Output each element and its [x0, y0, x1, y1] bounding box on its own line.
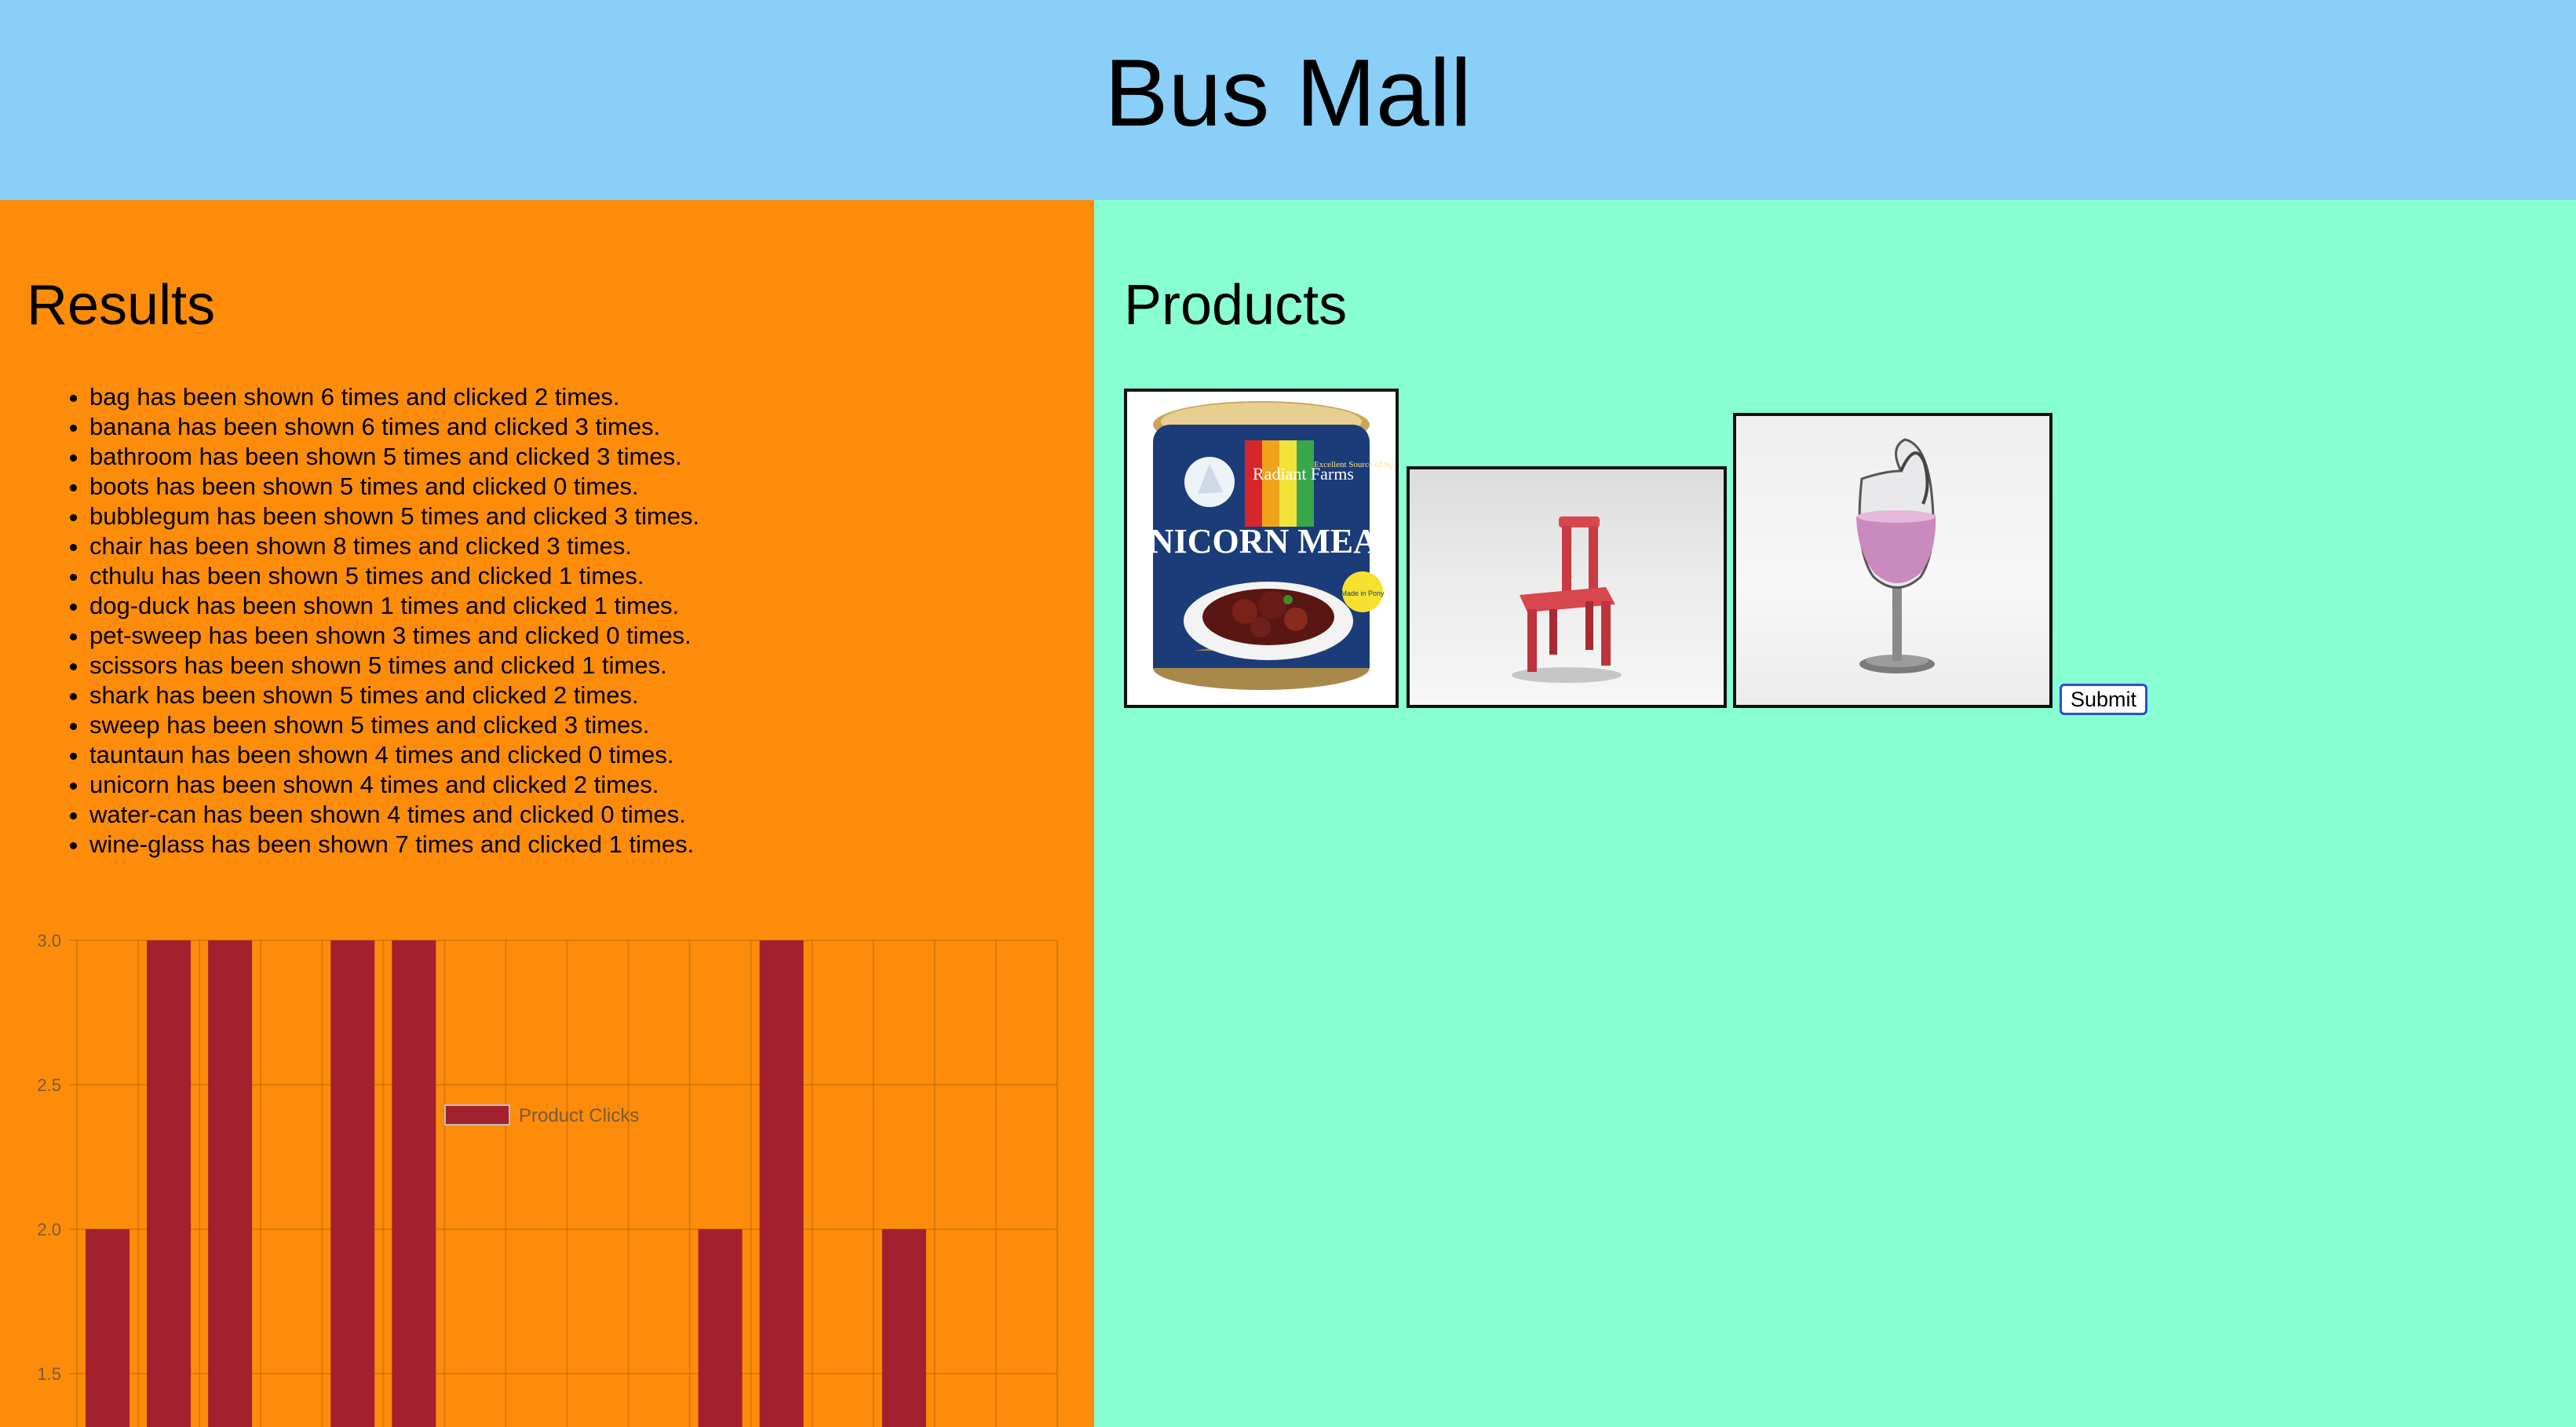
products-panel: Products Radiant Farms Excellent Source … — [1094, 200, 2576, 1427]
chart-y-tick-label: 1.5 — [37, 1364, 61, 1384]
chart-bar — [881, 1229, 926, 1427]
chart-bar — [330, 940, 375, 1427]
results-panel: Results bag has been shown 6 times and c… — [0, 200, 1094, 1427]
chart-bar — [208, 940, 253, 1427]
chart-legend-label: Product Clicks — [519, 1105, 639, 1126]
chart-legend-swatch — [444, 1104, 510, 1126]
chart-y-tick-label: 2.5 — [37, 1075, 61, 1095]
chart-bar — [759, 940, 804, 1427]
can-badge-text: Made in Pony — [1341, 589, 1385, 597]
chart-y-tick-label: 3.0 — [37, 931, 61, 951]
unicorn-meat-can-image: Radiant Farms Excellent Source of Sparkl… — [1127, 401, 1396, 690]
submit-button[interactable]: Submit — [2060, 684, 2147, 715]
product-image-chair[interactable] — [1407, 466, 1727, 708]
product-clicks-chart: 3.0 2.5 2.0 1.5 Product Clicks — [37, 931, 1058, 1427]
products-heading: Products — [1124, 274, 1348, 337]
chart-y-tick-label: 2.0 — [37, 1220, 61, 1239]
product-image-unicorn[interactable]: Radiant Farms Excellent Source of Sparkl… — [1124, 389, 1399, 708]
chart-bar — [392, 940, 436, 1427]
chart-bar — [86, 1229, 130, 1427]
can-tagline-text: Excellent Source of Sparkles — [1314, 460, 1396, 469]
chair-image — [1512, 516, 1622, 683]
page-header: Bus Mall — [0, 0, 2576, 200]
product-image-wine-glass[interactable] — [1733, 413, 2052, 708]
page-title: Bus Mall — [1104, 39, 1472, 146]
wine-glass-image — [1856, 438, 1936, 673]
chart-bar — [698, 1229, 743, 1427]
chart-bar — [147, 940, 192, 1427]
can-label-text: UNICORN MEAT — [1127, 522, 1396, 560]
